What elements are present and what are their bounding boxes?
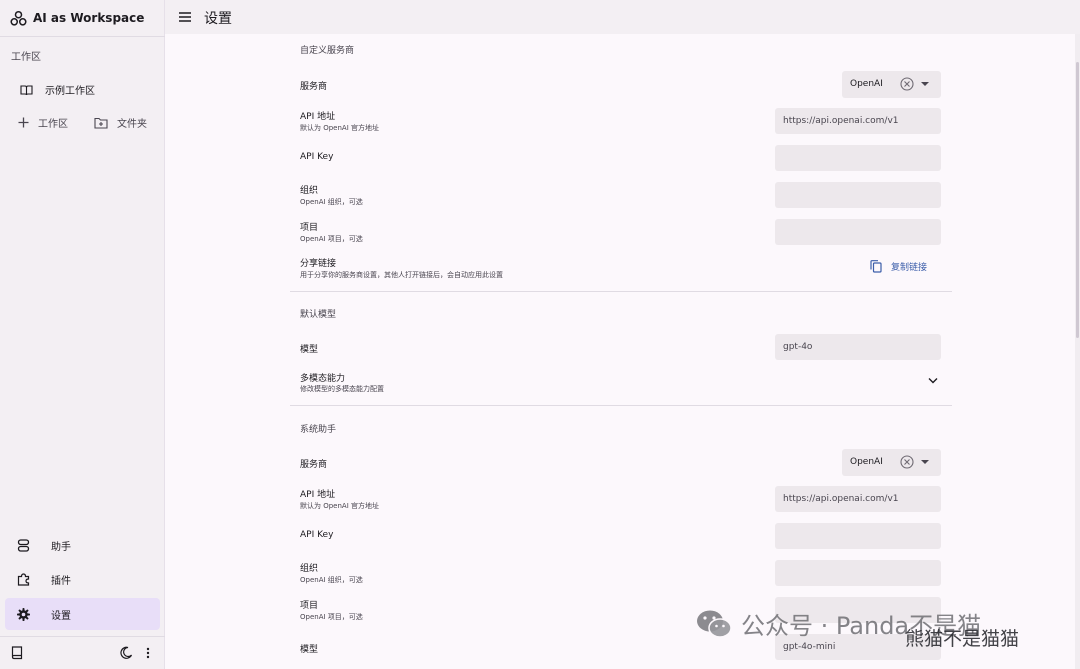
api-base-label: API 地址 [300,112,336,122]
gear-icon [17,607,30,621]
share-label: 分享链接 [300,259,337,269]
nav-item-plugins[interactable]: 插件 [5,563,160,595]
share-desc: 用于分享你的服务商设置，其他人打开链接后，会自动应用此设置 [300,271,503,279]
copy-link-button[interactable]: 复制链接 [870,260,927,273]
project-label: 项目 [300,223,319,233]
copy-icon [870,260,882,273]
api-base-label: API 地址 [300,490,336,500]
folder-add-icon [94,117,108,129]
assistant-icon [17,538,30,552]
clear-icon[interactable] [900,77,914,91]
plus-icon [18,117,29,128]
multimodal-desc: 修改模型的多模态能力配置 [300,385,384,393]
nav-item-assistant[interactable]: 助手 [5,529,160,561]
clear-icon[interactable] [900,455,914,469]
project-desc: OpenAI 项目，可选 [300,613,363,621]
menu-icon[interactable] [178,10,192,24]
section-title-custom-provider: 自定义服务商 [300,46,355,56]
dropdown-arrow-icon[interactable] [921,81,929,87]
provider-label: 服务商 [300,460,328,470]
model-label: 模型 [300,645,319,655]
section-divider [290,405,952,406]
book-icon[interactable] [11,646,23,660]
moon-icon[interactable] [120,646,133,659]
sidebar: AI as Workspace 工作区 示例工作区 工作区 文件夹 助手 插件 … [0,0,165,669]
chevron-down-icon[interactable] [928,377,938,385]
api-base-desc: 默认为 OpenAI 官方地址 [300,124,379,132]
add-folder-label: 文件夹 [117,119,147,130]
app-logo-icon [10,10,27,26]
add-workspace-button[interactable]: 工作区 [18,115,68,130]
workspace-actions: 工作区 文件夹 [18,115,147,130]
nav-label: 插件 [51,575,71,587]
workspace-item-label: 示例工作区 [45,86,95,97]
org-input[interactable] [775,182,941,208]
nav-label: 设置 [51,610,71,622]
api-key-input[interactable] [775,145,941,171]
wechat-icon [697,610,732,638]
scrollbar-thumb[interactable] [1076,62,1079,338]
multimodal-label: 多模态能力 [300,374,346,384]
dropdown-arrow-icon[interactable] [921,459,929,465]
top-bar: 设置 [165,0,1080,34]
api-base-desc: 默认为 OpenAI 官方地址 [300,502,379,510]
section-title-default-model: 默认模型 [300,310,337,320]
watermark-subtext: 熊猫不是猫猫 [905,628,1020,650]
provider-label: 服务商 [300,82,328,92]
copy-link-label: 复制链接 [891,263,928,273]
app-title: AI as Workspace [33,11,145,25]
provider-select[interactable]: OpenAI [842,71,941,98]
book-open-icon [20,84,33,95]
api-base-input[interactable]: https://api.openai.com/v1 [775,486,941,512]
add-workspace-label: 工作区 [38,119,68,130]
project-desc: OpenAI 项目，可选 [300,235,363,243]
nav-label: 助手 [51,541,71,553]
project-label: 项目 [300,601,319,611]
page-title: 设置 [204,11,232,27]
org-input[interactable] [775,560,941,586]
org-desc: OpenAI 组织，可选 [300,576,363,584]
model-label: 模型 [300,345,319,355]
nav-item-settings[interactable]: 设置 [5,598,160,630]
add-folder-button[interactable]: 文件夹 [94,115,147,130]
api-base-input[interactable]: https://api.openai.com/v1 [775,108,941,134]
more-vert-icon[interactable] [145,646,151,660]
section-divider [290,291,952,292]
provider-select-value: OpenAI [850,79,883,89]
api-key-label: API Key [300,152,334,162]
section-title-system-assistant: 系统助手 [300,425,337,435]
api-key-label: API Key [300,530,334,540]
sidebar-footer [0,636,165,669]
api-key-input[interactable] [775,523,941,549]
model-input[interactable]: gpt-4o [775,334,941,360]
org-label: 组织 [300,186,319,196]
puzzle-icon [17,572,30,586]
project-input[interactable] [775,219,941,245]
provider-select-value: OpenAI [850,457,883,467]
workspace-item[interactable]: 示例工作区 [20,82,95,97]
org-desc: OpenAI 组织，可选 [300,198,363,206]
sidebar-section-label: 工作区 [11,52,41,63]
sidebar-divider [0,36,165,37]
provider-select[interactable]: OpenAI [842,449,941,476]
brand: AI as Workspace [10,8,144,28]
org-label: 组织 [300,564,319,574]
